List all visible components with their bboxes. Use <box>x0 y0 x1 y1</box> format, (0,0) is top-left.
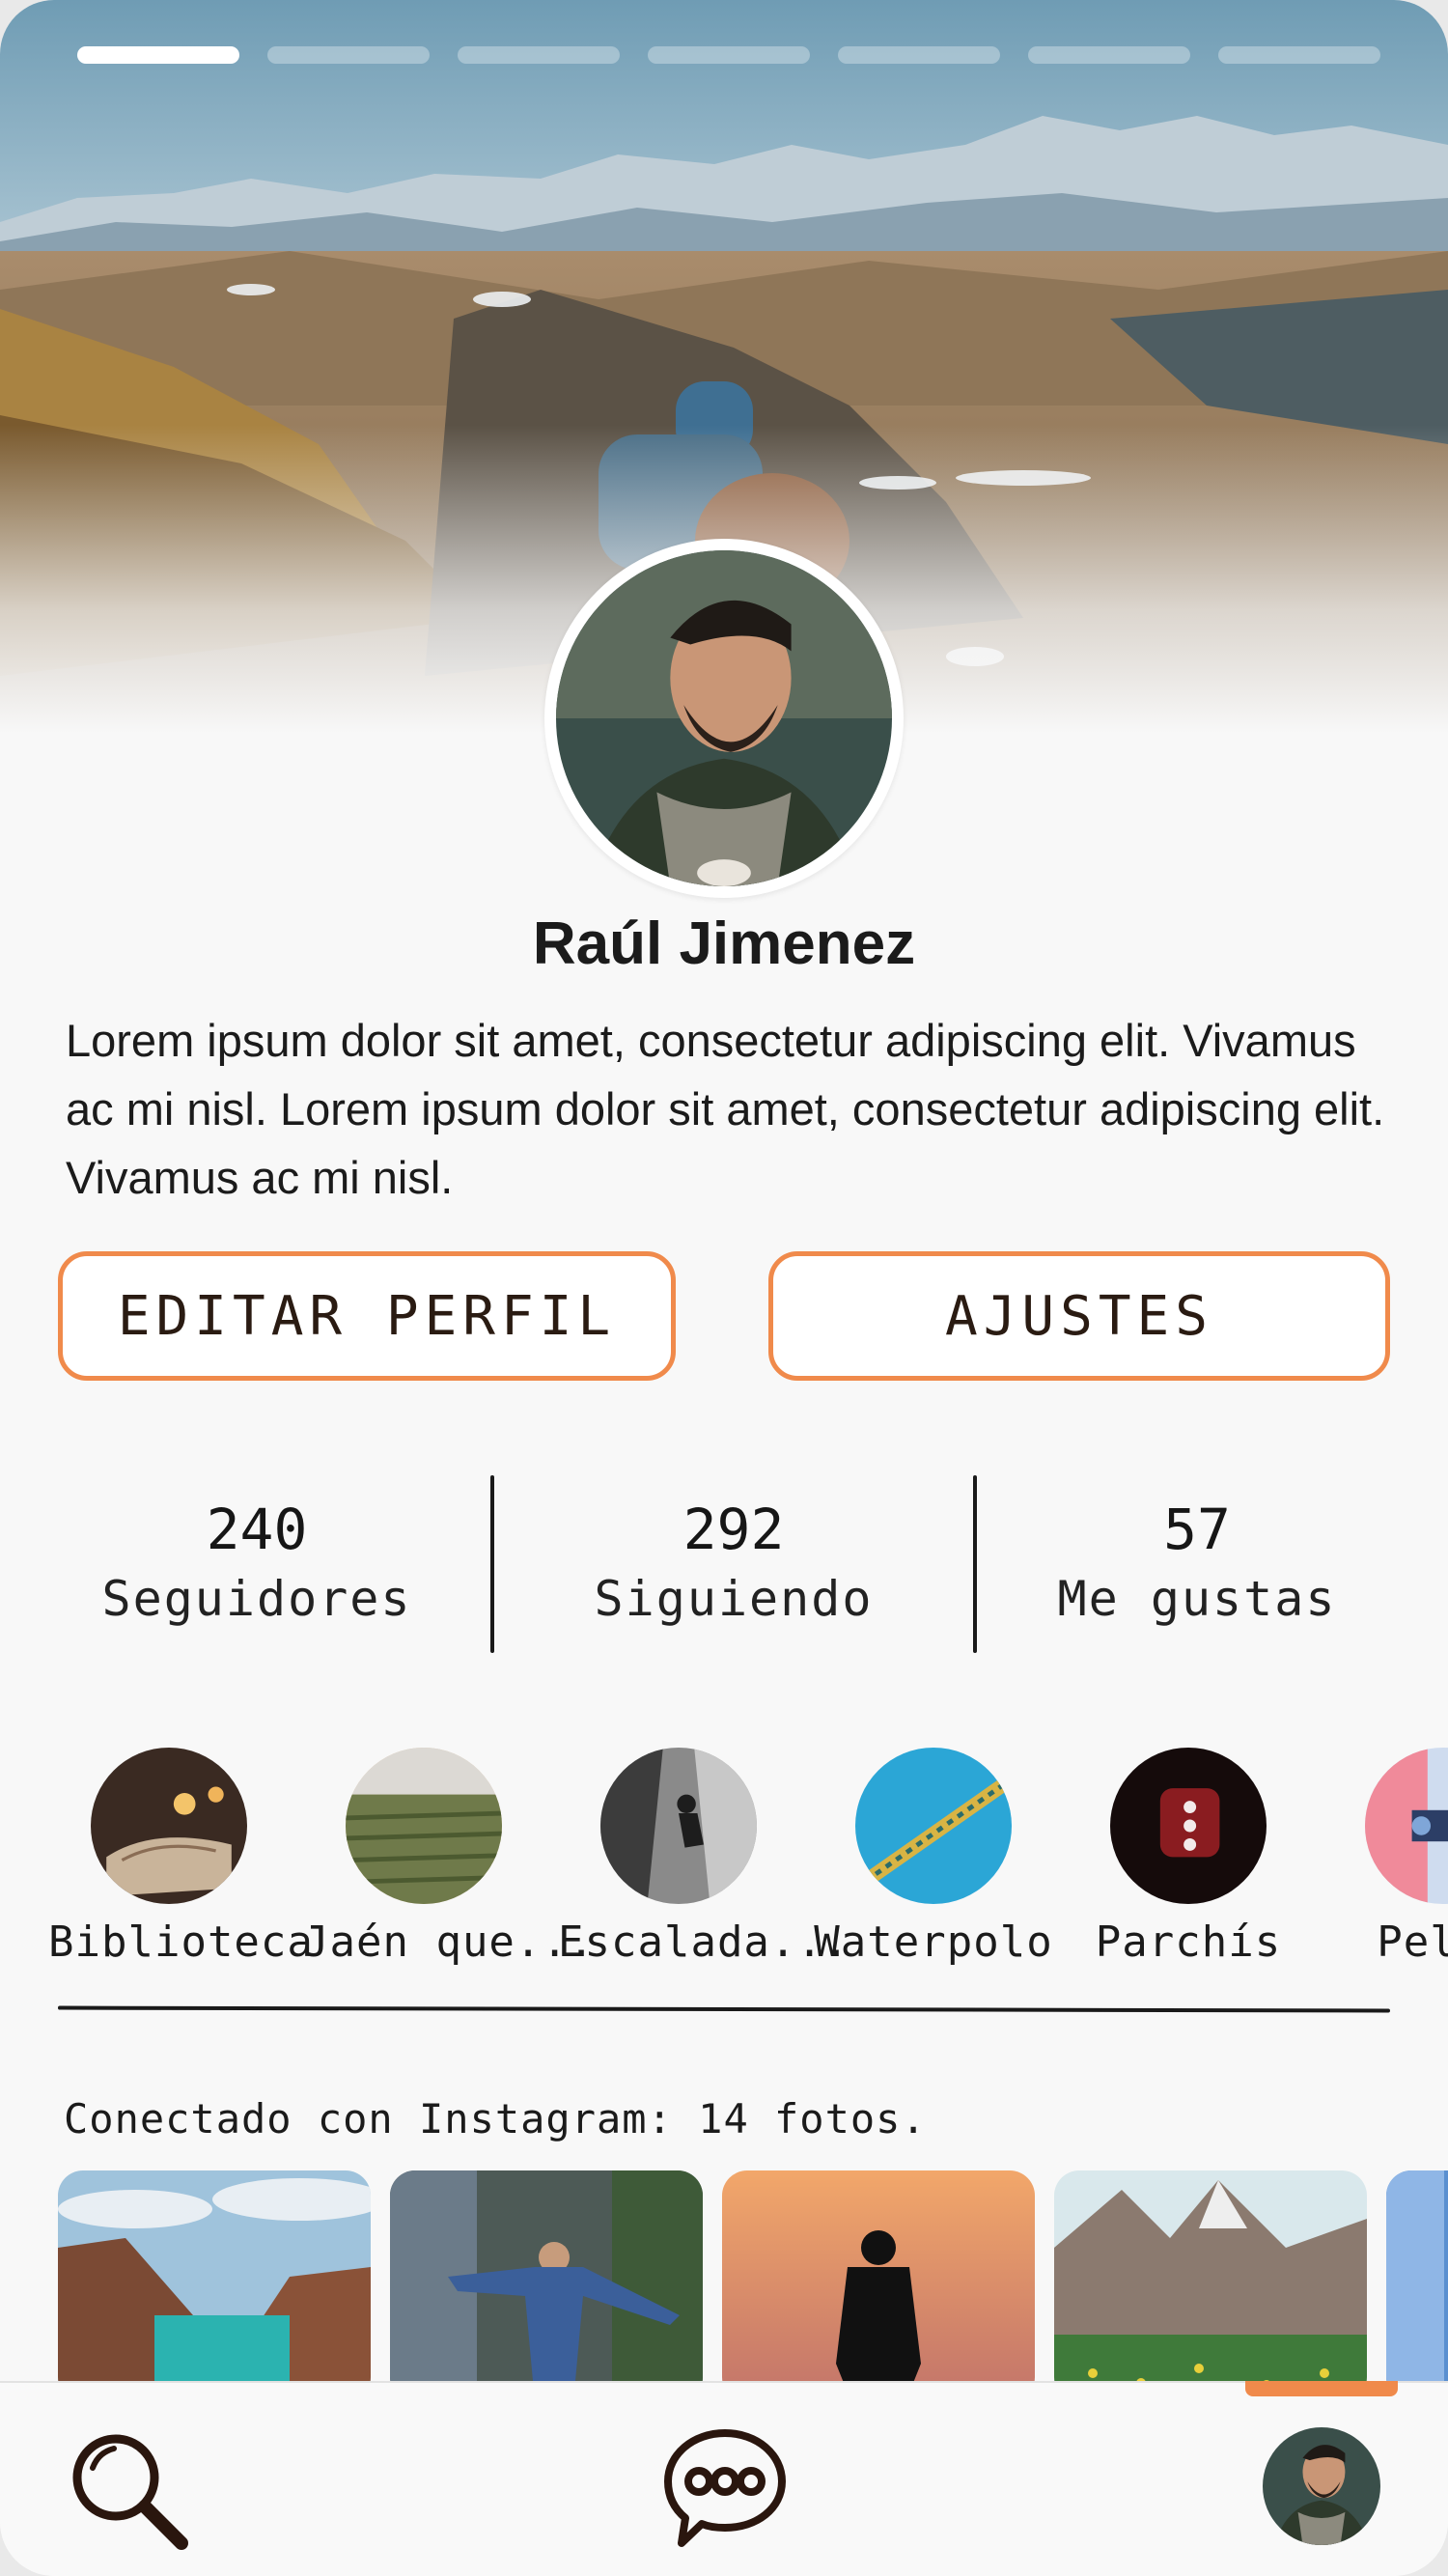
instagram-photo[interactable] <box>1386 2170 1448 2383</box>
profile-bio: Lorem ipsum dolor sit amet, consectetur … <box>66 1015 1385 1203</box>
story-progress <box>77 46 1380 64</box>
stat-likes[interactable]: 57 Me gustas <box>994 1495 1400 1634</box>
story-segment <box>77 46 239 64</box>
collapse-icon[interactable] <box>1305 577 1388 660</box>
section-divider <box>57 2005 1391 2013</box>
story-segment <box>648 46 810 64</box>
highlight-item[interactable]: Biblioteca <box>48 1748 314 1967</box>
story-segment <box>838 46 1000 64</box>
highlight-label: Jaén que... <box>303 1918 596 1967</box>
bottom-nav <box>0 2381 1448 2576</box>
highlight-item[interactable]: Waterpolo <box>813 1748 1054 1967</box>
highlight-item[interactable]: Parchís <box>1068 1748 1309 1967</box>
instagram-photo[interactable] <box>722 2170 1035 2383</box>
stat-value: 57 <box>1163 1497 1231 1562</box>
stat-following[interactable]: 292 Siguiendo <box>531 1495 936 1634</box>
settings-button[interactable]: AJUSTES <box>768 1251 1390 1381</box>
stat-value: 292 <box>682 1497 785 1562</box>
active-tab-indicator <box>1245 2381 1398 2396</box>
instagram-photo[interactable] <box>58 2170 371 2383</box>
film-camera-photo-icon <box>1365 1748 1448 1904</box>
highlight-item[interactable]: Pelíc <box>1323 1748 1448 1967</box>
story-segment <box>1218 46 1380 64</box>
chat-icon[interactable] <box>660 2423 790 2553</box>
stat-label: Me gustas <box>1057 1571 1337 1627</box>
climbing-photo-icon <box>600 1748 757 1904</box>
stat-label: Siguiendo <box>594 1571 874 1627</box>
story-highlights: Biblioteca Jaén que... Escalada... Water… <box>0 1748 1448 1979</box>
profile-stats: 240 Seguidores 292 Siguiendo 57 Me gusta… <box>0 1475 1448 1653</box>
stat-label: Seguidores <box>101 1571 412 1627</box>
search-icon[interactable] <box>64 2425 191 2553</box>
highlight-label: Biblioteca <box>48 1918 314 1967</box>
story-segment <box>267 46 430 64</box>
highlight-label: Escalada... <box>558 1918 850 1967</box>
story-segment <box>1028 46 1190 64</box>
instagram-photo[interactable] <box>1054 2170 1367 2383</box>
profile-avatar[interactable] <box>544 539 904 898</box>
highlight-label: Waterpolo <box>814 1918 1053 1967</box>
highlight-item[interactable]: Jaén que... <box>303 1748 596 1967</box>
olive-grove-photo-icon <box>346 1748 502 1904</box>
stat-value: 240 <box>206 1497 308 1562</box>
highlight-label: Pelíc <box>1377 1918 1448 1967</box>
stat-divider <box>973 1475 977 1653</box>
profile-screen: Raúl Jimenez Lorem ipsum dolor sit amet,… <box>0 0 1448 2576</box>
highlight-item[interactable]: Escalada... <box>558 1748 850 1967</box>
stat-divider <box>490 1475 494 1653</box>
story-segment <box>458 46 620 64</box>
instagram-connection-text: Conectado con Instagram: 14 fotos. <box>64 2095 927 2142</box>
dice-photo-icon <box>1110 1748 1267 1904</box>
instagram-photos <box>0 2170 1448 2383</box>
edit-profile-button[interactable]: EDITAR PERFIL <box>58 1251 676 1381</box>
books-candle-photo-icon <box>91 1748 247 1904</box>
profile-avatar[interactable] <box>1263 2427 1380 2545</box>
profile-name: Raúl Jimenez <box>532 910 916 977</box>
highlight-label: Parchís <box>1095 1918 1282 1967</box>
stat-followers[interactable]: 240 Seguidores <box>54 1495 459 1634</box>
instagram-photo[interactable] <box>390 2170 703 2383</box>
pool-lane-photo-icon <box>855 1748 1012 1904</box>
